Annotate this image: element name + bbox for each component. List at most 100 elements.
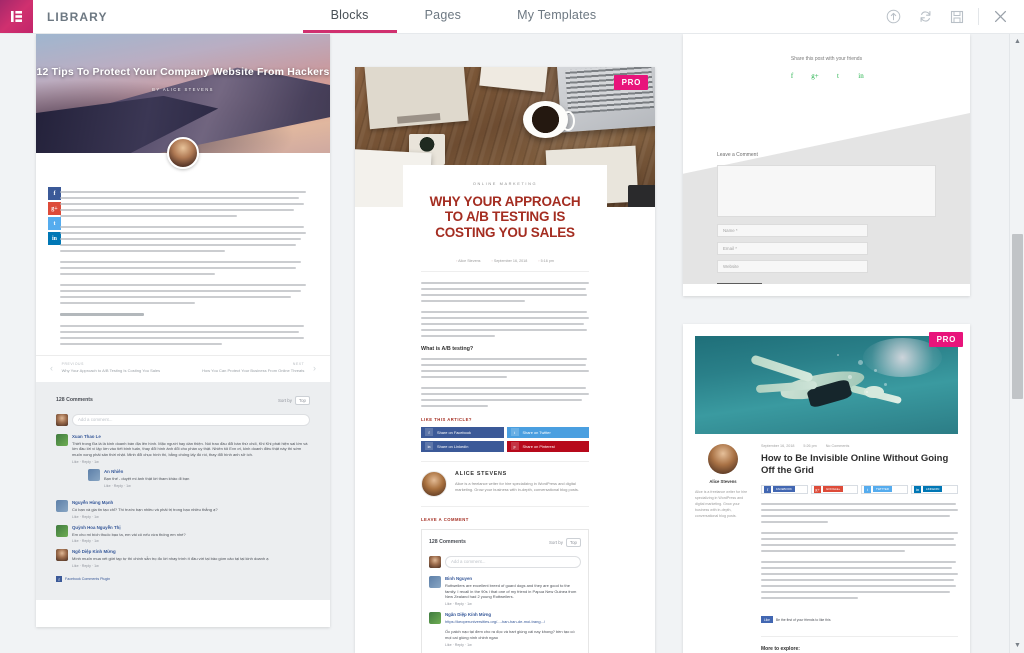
sync-icon[interactable]	[909, 0, 941, 33]
comment-author[interactable]: Xuan Thao Le	[72, 434, 310, 439]
card2-meta: Alice Stevens September 16, 2018 5:16 pm	[421, 250, 589, 272]
card1-hero-text: 12 Tips To Protect Your Company Website …	[36, 66, 330, 92]
share-linkedin-button[interactable]: in Share on Linkedin	[421, 440, 504, 452]
sort-value[interactable]: Top	[294, 395, 310, 405]
comment-actions[interactable]: Like · Reply · 1w	[72, 460, 310, 464]
tab-pages[interactable]: Pages	[397, 0, 489, 33]
twitter-icon: t	[864, 485, 871, 493]
comment-item: Xuan Thao Le Thiết trong Đa là là kinh d…	[56, 433, 310, 494]
tab-my-templates[interactable]: My Templates	[489, 0, 624, 33]
comment-actions[interactable]: Like · Reply · 1w	[445, 643, 581, 647]
template-card-invisible-online[interactable]: PRO Alice Stevens Alice is a freelance w…	[683, 324, 970, 653]
sort-label: Sort by	[278, 397, 292, 403]
library-tabs: Blocks Pages My Templates	[302, 0, 625, 33]
library-modal-header: LIBRARY Blocks Pages My Templates	[0, 0, 1024, 34]
comment-reply: An Nhiên Bạn thế - duyệt mi ảnh thật lời…	[88, 468, 310, 488]
share-linkedin-button[interactable]: in LINKEDIN	[911, 484, 958, 494]
comment-author[interactable]: Ngân Diệp Kính Mừng	[445, 612, 581, 617]
card4-share-buttons: f FACEBOOK g+ GOOGLE+ t TWITTER in LINKE…	[761, 484, 958, 494]
card2-paragraph-2	[421, 310, 589, 337]
template-card-ab-testing[interactable]: PRO ONLINE MARKETING WHY YOUR APPROACH T…	[355, 67, 655, 653]
comment-author[interactable]: Quỳnh Hoa Nguyễn Thị	[72, 525, 310, 530]
card3-share-label: Share this post with your friends	[790, 56, 863, 62]
name-field[interactable]: Name *	[717, 224, 869, 237]
reply-author[interactable]: An Nhiên	[104, 469, 310, 474]
card2-heading-what-is-ab-testing: What is A/B testing?	[421, 345, 474, 352]
card2-content: What is A/B testing? LIKE THIS ARTICLE? …	[421, 272, 589, 653]
share-google-plus-button[interactable]: g+ GOOGLE+	[811, 484, 858, 494]
comment-actions[interactable]: Like · Reply · 1w	[72, 539, 310, 543]
comment-author[interactable]: Binh Nguyen	[445, 576, 581, 581]
sort-value[interactable]: Top	[565, 537, 581, 547]
tab-blocks[interactable]: Blocks	[302, 0, 397, 33]
close-icon[interactable]	[984, 0, 1016, 33]
card1-add-comment-row[interactable]: Add a comment...	[56, 413, 310, 426]
template-card-hackers[interactable]: 12 Tips To Protect Your Company Website …	[36, 34, 330, 627]
card2-kicker: ONLINE MARKETING	[472, 181, 538, 186]
facebook-icon[interactable]: f	[788, 71, 797, 80]
add-comment-input[interactable]: Add a comment...	[445, 555, 581, 568]
save-icon[interactable]	[941, 0, 973, 33]
email-field[interactable]: Email *	[717, 242, 869, 255]
add-comment-input[interactable]: Add a comment...	[72, 413, 310, 426]
meta-time: 5:16 pm	[538, 259, 554, 263]
linkedin-icon: in	[425, 442, 433, 451]
next-label: NEXT	[292, 362, 305, 366]
comments-sort[interactable]: Sort by Top	[549, 537, 581, 547]
prev-post-link[interactable]: PREVIOUS Why Your Approach to A/B Testin…	[62, 362, 179, 374]
next-post-link[interactable]: NEXT How You Can Protect Your Business F…	[187, 362, 304, 374]
share-facebook-button[interactable]: f FACEBOOK	[761, 484, 808, 494]
comment-actions[interactable]: Like · Reply · 1w	[72, 515, 310, 519]
comment-text: Thiết trong Đa là là kinh doanh bán địa …	[72, 440, 308, 458]
avatar	[56, 413, 68, 426]
share-twitter-button[interactable]: t Share on Twitter	[506, 426, 589, 438]
facebook-icon: f	[56, 576, 62, 583]
chevron-up-icon[interactable]: ▲	[1010, 34, 1024, 49]
header-actions	[877, 0, 1024, 33]
comment-item: Ngô Diệp Kính Mừng Mình muốn mua xét giớ…	[56, 549, 310, 568]
vertical-scrollbar[interactable]: ▲ ▼	[1009, 34, 1024, 653]
card1-author-avatar	[167, 137, 199, 169]
twitter-icon[interactable]: t	[834, 71, 843, 80]
comment-author[interactable]: Ngô Diệp Kính Mừng	[72, 549, 310, 554]
card4-author-sidebar: Alice Stevens Alice is a freelance write…	[695, 444, 751, 652]
share-facebook-button[interactable]: f Share on Facebook	[421, 426, 504, 438]
comment-actions[interactable]: Like · Reply · 1w	[445, 602, 581, 606]
card3-share-section: Share this post with your friends f g+ t…	[683, 34, 970, 94]
share-twitter-button[interactable]: t TWITTER	[861, 484, 908, 494]
card2-add-comment-row[interactable]: Add a comment...	[429, 555, 581, 568]
clipboard-object	[364, 67, 469, 130]
chevron-down-icon[interactable]: ▼	[1010, 638, 1024, 653]
facebook-icon: f	[425, 428, 433, 437]
google-plus-icon[interactable]: g+	[811, 71, 820, 80]
card2-leave-comment-label: LEAVE A COMMENT	[421, 516, 469, 522]
avatar	[56, 524, 68, 537]
website-field[interactable]: Website	[717, 260, 869, 273]
chevron-left-icon[interactable]: ‹	[50, 363, 53, 373]
template-card-comment-form[interactable]: Share this post with your friends f g+ t…	[683, 34, 970, 296]
prev-title: Why Your Approach to A/B Testing Is Cost…	[61, 368, 161, 373]
scrollbar-thumb[interactable]	[1012, 234, 1023, 399]
chevron-right-icon[interactable]: ›	[313, 363, 316, 373]
upload-icon[interactable]	[877, 0, 909, 33]
pro-badge: PRO	[928, 332, 963, 347]
card4-inner: Alice Stevens Alice is a freelance write…	[683, 324, 970, 652]
reply-actions[interactable]: Like · Reply · 1w	[104, 484, 310, 488]
facebook-like-widget[interactable]: Like Be the first of your friends to lik…	[761, 616, 831, 624]
coffee-cup-object	[523, 100, 576, 139]
twitter-icon[interactable]: t	[48, 217, 61, 230]
comment-actions[interactable]: Like · Reply · 1w	[72, 564, 310, 568]
share-pinterest-button[interactable]: p Share on Pinterest	[506, 440, 589, 452]
comment-textarea[interactable]	[717, 165, 936, 217]
comment-author[interactable]: Nguyễn Hùng Mạnh	[72, 500, 310, 505]
template-grid: 12 Tips To Protect Your Company Website …	[0, 34, 1024, 653]
facebook-like-button[interactable]: Like	[761, 616, 773, 624]
card2-paragraph-4	[421, 386, 589, 407]
linkedin-icon[interactable]: in	[857, 71, 866, 80]
comment-link[interactable]: https://keoperuniversities.org/...-han-h…	[445, 619, 581, 625]
facebook-comments-plugin-link[interactable]: f Facebook Comments Plugin	[56, 576, 310, 583]
post-comment-button[interactable]: Post Comment	[717, 283, 763, 284]
meta-time: 5:26 pm	[803, 444, 817, 448]
comments-sort[interactable]: Sort by Top	[278, 395, 310, 405]
card1-post-navigation: ‹ PREVIOUS Why Your Approach to A/B Test…	[36, 355, 330, 382]
